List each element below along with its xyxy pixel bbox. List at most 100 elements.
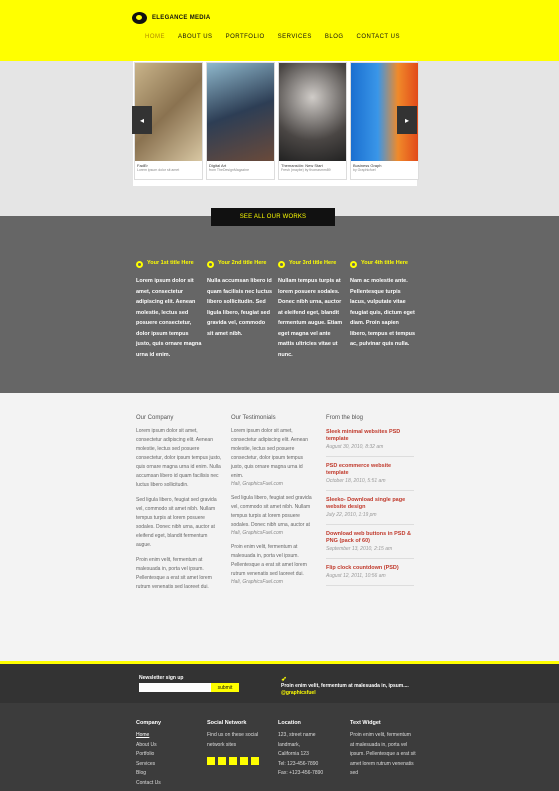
blog-item: Download web buttons in PSD & PNG (pack … (326, 529, 414, 559)
dribbble-icon[interactable] (251, 757, 259, 765)
feature-3: Your 3rd title Here Nullam tempus turpis… (278, 260, 344, 360)
widget-text: Proin enim velit, fermentum at malesuada… (350, 732, 416, 776)
pencil-icon (278, 261, 285, 268)
slide-subtitle: Lorem ipsum dolor sit amet (137, 168, 180, 172)
blog-item: Flip clock countdown (PSD) August 12, 201… (326, 563, 414, 586)
nav-services[interactable]: SERVICES (273, 34, 320, 40)
blog-title[interactable]: Sleeko- Download single page website des… (326, 497, 414, 511)
slide-image (279, 63, 346, 161)
social-icons (207, 757, 269, 765)
lock-icon (207, 261, 214, 268)
portfolio-slider: FadEr Lorem ipsum dolor sit amet Digital… (133, 61, 419, 186)
footer-link-services[interactable]: Services (136, 760, 196, 770)
slide-2[interactable]: Digital Art from TheDesignMagazine (206, 62, 275, 180)
footer-heading: Company (136, 720, 162, 726)
company-paragraph: Proin enim velit, fermentum at malesuada… (136, 557, 212, 590)
blog-column: From the blog Sleek minimal websites PSD… (326, 415, 414, 590)
testimonials-column: Our Testimonials Lorem ipsum dolor sit a… (231, 415, 315, 592)
newsletter-label: Newsletter sign up (139, 675, 184, 681)
feature-title: Your 3rd title Here (289, 260, 337, 266)
feature-4: Your 4th title Here Nam ac molestie ante… (350, 260, 416, 350)
blog-heading: From the blog (326, 415, 364, 421)
location-line: landmark, (278, 741, 300, 748)
blog-date: July 22, 2010, 1:19 pm (326, 512, 377, 518)
footer-heading: Text Widget (350, 720, 381, 726)
slider-prev-button[interactable]: ◂ (132, 106, 152, 134)
feature-text: Nullam tempus turpis at lorem posuere so… (278, 278, 343, 358)
blog-title[interactable]: Sleek minimal websites PSD template (326, 429, 414, 443)
footer-link-about[interactable]: About Us (136, 741, 196, 751)
rss-icon[interactable] (240, 757, 248, 765)
see-all-works-button[interactable]: SEE ALL OUR WORKS (211, 208, 335, 226)
location-line: Tel: 123-456-7890 (278, 760, 319, 767)
testimonial: Lorem ipsum dolor sit amet, consectetur … (231, 427, 315, 488)
blog-title[interactable]: PSD ecommerce website template (326, 463, 414, 477)
company-column: Our Company Lorem ipsum dolor sit amet, … (136, 415, 222, 598)
testimonial-author[interactable]: Hali, GraphicsFuel.com (231, 481, 315, 488)
slider-next-button[interactable]: ▸ (397, 106, 417, 134)
eye-logo-icon (132, 12, 147, 24)
slide-title: Business Graph (353, 163, 382, 168)
portfolio-slider-section: FadEr Lorem ipsum dolor sit amet Digital… (0, 61, 559, 216)
main-nav: HOME ABOUT US PORTFOLIO SERVICES BLOG CO… (140, 34, 408, 40)
testimonial: Sed ligula libero, feugiat sed gravida v… (231, 494, 315, 537)
nav-about[interactable]: ABOUT US (173, 34, 221, 40)
slide-title: Digital Art (209, 163, 227, 168)
company-paragraph: Lorem ipsum dolor sit amet, consectetur … (136, 428, 222, 488)
blog-title[interactable]: Download web buttons in PSD & PNG (pack … (326, 531, 414, 545)
location-line: California 123 (278, 751, 309, 757)
logo[interactable]: ELEGANCE MEDIA (132, 12, 211, 24)
company-paragraph: Sed ligula libero, feugiat sed gravida v… (136, 497, 217, 548)
linkedin-icon[interactable] (229, 757, 237, 765)
nav-portfolio[interactable]: PORTFOLIO (221, 34, 273, 40)
footer-link-portfolio[interactable]: Portfolio (136, 750, 196, 760)
slide-3[interactable]: Themansiön: New Start Fresh (maybe) by t… (278, 62, 347, 180)
blog-date: October 18, 2010, 5:51 am (326, 478, 386, 484)
footer-heading: Location (278, 720, 301, 726)
slide-subtitle: by Graphicfuel (353, 168, 376, 172)
user-icon (350, 261, 357, 268)
tweet-handle[interactable]: @graphicsfuel (281, 690, 316, 696)
slide-title: Themansiön: New Start (281, 163, 323, 168)
location-line: 123, street name (278, 732, 316, 738)
nav-contact[interactable]: CONTACT US (352, 34, 408, 40)
footer-link-contact[interactable]: Contact Us (136, 779, 196, 789)
footer-social: Social Network Find us on these social n… (207, 720, 269, 765)
footer-company: Company Home About Us Portfolio Services… (136, 720, 196, 788)
newsletter-email-input[interactable] (139, 683, 211, 692)
footer-link-home[interactable]: Home (136, 731, 196, 741)
feature-2: Your 2nd title Here Nulla accumsan liber… (207, 260, 273, 339)
testimonial-author[interactable]: Hali, GraphicsFuel.com (231, 530, 315, 537)
footer-link-blog[interactable]: Blog (136, 769, 196, 779)
tweet-text: Proin enim velit, fermentum at malesuada… (281, 683, 409, 689)
testimonial-text: Lorem ipsum dolor sit amet, consectetur … (231, 428, 308, 479)
header: ELEGANCE MEDIA HOME ABOUT US PORTFOLIO S… (0, 0, 559, 61)
social-text: Find us on these social network sites (207, 732, 259, 748)
blog-date: August 30, 2010, 8:32 am (326, 444, 384, 450)
slide-subtitle: Fresh (maybe) by thomasmm89 (281, 168, 331, 172)
slide-subtitle: from TheDesignMagazine (209, 168, 250, 172)
feature-text: Lorem ipsum dolor sit amet, consectetur … (136, 278, 202, 358)
latest-tweet: ➶ Proin enim velit, fermentum at malesua… (281, 676, 421, 697)
feature-text: Nulla accumsan libero id quam facilisis … (207, 278, 273, 337)
newsletter-bar: Newsletter sign up submit ➶ Proin enim v… (0, 661, 559, 703)
footer-text-widget: Text Widget Proin enim velit, fermentum … (350, 720, 416, 779)
company-heading: Our Company (136, 415, 174, 421)
blog-item: Sleek minimal websites PSD template Augus… (326, 427, 414, 457)
feature-1: Your 1st title Here Lorem ipsum dolor si… (136, 260, 202, 360)
testimonial-author[interactable]: Hali, GraphicsFuel.com (231, 579, 315, 586)
nav-blog[interactable]: BLOG (320, 34, 352, 40)
nav-home[interactable]: HOME (140, 34, 173, 40)
newsletter-submit-button[interactable]: submit (211, 683, 239, 692)
feature-title: Your 2nd title Here (218, 260, 267, 266)
testimonial: Proin enim velit, fermentum at malesuada… (231, 543, 315, 586)
slide-title: FadEr (137, 163, 148, 168)
testimonial-text: Proin enim velit, fermentum at malesuada… (231, 544, 307, 577)
blog-item: Sleeko- Download single page website des… (326, 495, 414, 525)
blog-title[interactable]: Flip clock countdown (PSD) (326, 565, 414, 572)
blog-date: September 13, 2010, 2:15 am (326, 546, 393, 552)
facebook-icon[interactable] (207, 757, 215, 765)
blog-item: PSD ecommerce website template October 18… (326, 461, 414, 491)
twitter-icon[interactable] (218, 757, 226, 765)
footer-location: Location 123, street name landmark, Cali… (278, 720, 340, 779)
